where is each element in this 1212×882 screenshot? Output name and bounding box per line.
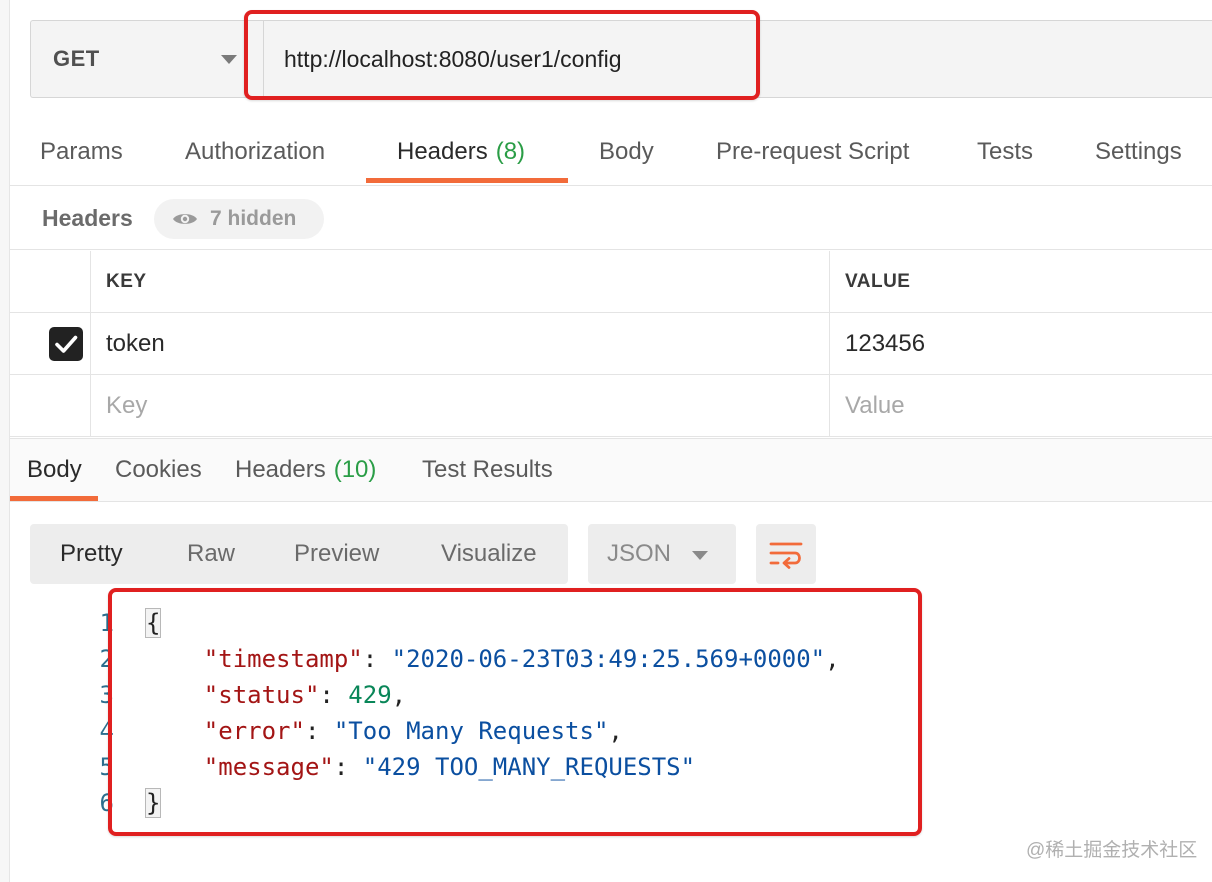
tab-settings[interactable]: Settings [1095, 120, 1182, 184]
tab-label: Body [27, 456, 82, 483]
tab-label: Headers [235, 456, 326, 483]
line-number: 1 [99, 609, 114, 637]
view-raw-button[interactable]: Raw [187, 524, 235, 584]
code-line: } [144, 788, 162, 818]
headers-title: Headers [42, 205, 133, 231]
response-tabs: Body Cookies Headers (10) Test Results [10, 438, 1212, 502]
headers-table: KEY VALUE token 123456 Key Value [10, 251, 1212, 437]
table-row: token 123456 [10, 313, 1212, 375]
line-number: 6 [99, 789, 114, 817]
format-select[interactable]: JSON [588, 524, 736, 584]
resp-tab-headers[interactable]: Headers (10) [235, 439, 376, 501]
code-line: "status": 429, [203, 681, 407, 709]
tab-label: Params [40, 138, 123, 165]
tab-tests[interactable]: Tests [977, 120, 1033, 184]
tab-label: Pre-request Script [716, 138, 910, 165]
tab-count-badge: (10) [333, 456, 377, 483]
format-label: JSON [607, 540, 672, 567]
eye-icon [172, 211, 198, 227]
resp-tab-cookies[interactable]: Cookies [115, 439, 202, 501]
view-mode-group: Pretty Raw Preview Visualize [30, 524, 568, 584]
json-punct: , [608, 717, 623, 745]
column-header-key: KEY [106, 271, 147, 292]
table-header-row: KEY VALUE [10, 251, 1212, 313]
resp-tab-body[interactable]: Body [27, 439, 82, 501]
method-select[interactable]: GET [31, 21, 245, 97]
code-line: "timestamp": "2020-06-23T03:49:25.569+00… [203, 645, 840, 673]
tab-label: Authorization [185, 138, 326, 165]
request-bar: GET [30, 20, 1212, 98]
json-key: "status" [203, 681, 320, 709]
line-number: 5 [99, 753, 114, 781]
code-line: "message": "429 TOO_MANY_REQUESTS" [203, 753, 696, 781]
column-header-value: VALUE [845, 271, 911, 292]
header-key: token [106, 330, 165, 357]
tab-label: Headers [397, 138, 488, 165]
hidden-count-label: 7 hidden [210, 207, 297, 230]
method-label: GET [53, 46, 100, 71]
header-value-cell[interactable]: 123456 [831, 313, 1212, 375]
view-pretty-button[interactable]: Pretty [60, 524, 123, 584]
new-key-input[interactable]: Key [92, 375, 830, 437]
headers-subbar: Headers 7 hidden [10, 188, 1212, 250]
chevron-down-icon [221, 55, 237, 64]
wrap-lines-button[interactable] [756, 524, 816, 584]
tab-label: Body [599, 138, 654, 165]
tab-label: Settings [1095, 138, 1182, 165]
view-visualize-button[interactable]: Visualize [441, 524, 537, 584]
wrap-lines-icon [769, 542, 803, 569]
tab-pre-request-script[interactable]: Pre-request Script [716, 120, 909, 184]
table-row-new: Key Value [10, 375, 1212, 437]
code-line: "error": "Too Many Requests", [203, 717, 623, 745]
checkmark-icon [55, 335, 78, 353]
tab-count-badge: (8) [495, 138, 526, 165]
header-value: 123456 [845, 330, 926, 357]
chevron-down-icon [692, 551, 708, 560]
json-number-value: 429 [348, 681, 392, 709]
request-tabs: Params Authorization Headers (8) Body Pr… [10, 120, 1212, 186]
tab-label: Cookies [115, 456, 202, 483]
new-value-input[interactable]: Value [831, 375, 1212, 437]
code-line: { [144, 608, 162, 638]
key-placeholder: Key [106, 392, 148, 419]
tab-params[interactable]: Params [40, 120, 123, 184]
json-key: "error" [203, 717, 305, 745]
response-body-editor[interactable]: 1 2 3 4 5 6 { "timestamp": "2020-06-23T0… [10, 600, 1212, 830]
tab-authorization[interactable]: Authorization [185, 120, 325, 184]
value-placeholder: Value [845, 392, 905, 419]
watermark: @稀土掘金技术社区 [1026, 840, 1198, 861]
json-string-value: "Too Many Requests" [333, 717, 609, 745]
url-input[interactable] [263, 21, 1211, 97]
resp-tab-test-results[interactable]: Test Results [422, 439, 553, 501]
hidden-headers-toggle[interactable]: 7 hidden [154, 199, 324, 239]
tab-label: Test Results [422, 456, 553, 483]
line-number: 4 [99, 717, 114, 745]
json-string-value: "2020-06-23T03:49:25.569+0000" [391, 645, 826, 673]
header-key-cell[interactable]: token [92, 313, 830, 375]
active-tab-indicator [10, 496, 98, 501]
tab-body[interactable]: Body [599, 120, 654, 184]
close-brace: } [144, 788, 162, 818]
header-enabled-checkbox[interactable] [49, 327, 83, 361]
active-tab-indicator [366, 178, 568, 183]
view-preview-button[interactable]: Preview [294, 524, 379, 584]
json-punct: , [825, 645, 840, 673]
sidebar-edge [0, 0, 10, 882]
tab-label: Tests [977, 138, 1034, 165]
json-key: "timestamp" [203, 645, 363, 673]
json-string-value: "429 TOO_MANY_REQUESTS" [362, 753, 696, 781]
json-key: "message" [203, 753, 334, 781]
open-brace: { [144, 608, 162, 638]
line-number: 3 [99, 681, 114, 709]
json-punct: , [391, 681, 407, 709]
line-number: 2 [99, 645, 114, 673]
tab-headers[interactable]: Headers (8) [397, 120, 525, 184]
